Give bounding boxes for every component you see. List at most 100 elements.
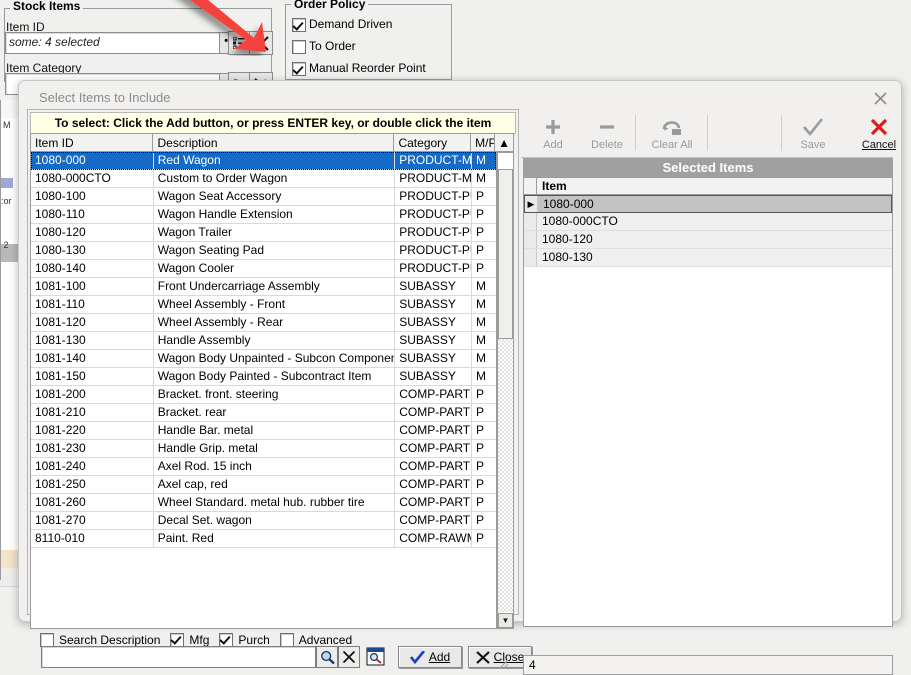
table-row[interactable]: 1081-200 Bracket. front. steering COMP-PAR… [31,386,496,404]
scroll-down-button[interactable]: ▼ [498,613,513,628]
cell-mp: P [476,243,485,257]
table-row[interactable]: 1081-140 Wagon Body Unpainted - Subcon Co… [31,350,496,368]
checkbox-to-order[interactable] [292,40,306,54]
table-row[interactable]: 1081-210 Bracket. rear COMP-PART P [31,404,496,422]
eraser-icon [661,116,683,138]
table-row[interactable]: 1081-110 Wheel Assembly - Front SUBASSY M [31,296,496,314]
cell-description: Wheel Assembly - Rear [154,314,396,331]
table-row[interactable]: 1081-260 Wheel Standard. metal hub. rubbe… [31,494,496,512]
table-row[interactable]: 1080-120Wagon TrailerPRODUCT-PURCP [31,224,496,242]
scrollbar-track[interactable] [498,339,513,612]
toolbar-clear-all-button[interactable]: Clear All [641,111,703,155]
table-row[interactable]: 1080-100Wagon Seat AccessoryPRODUCT-PURC… [31,188,496,206]
cell-mp: M [476,171,487,185]
stock-items-group-title: Stock Items [10,0,84,13]
table-row[interactable]: 1081-230 Handle Grip. metal COMP-PART P [31,440,496,458]
cell-item-id: 1081-100 [31,278,154,295]
toolbar-delete-button[interactable]: Delete [579,111,635,155]
selected-count-field[interactable]: 4 [523,655,893,675]
close-icon[interactable] [868,87,892,109]
background-text-cor: :or [1,196,12,206]
selected-items-body[interactable]: ▶ 1080-000 1080-000CTO 1080-120 1080-130 [523,195,893,627]
selected-item-label: 1080-130 [542,250,593,264]
search-input-wrap[interactable] [41,646,316,668]
table-row[interactable]: 1080-140Wagon CoolerPRODUCT-PURCP [31,260,496,278]
table-row[interactable]: 1080-000Red WagonPRODUCT-MFGM [31,152,496,170]
cell-description: Handle Bar. metal [154,422,396,439]
checkbox-purch[interactable] [219,633,234,647]
toolbar-save-button[interactable]: Save [785,111,841,155]
search-row: Add Close [41,646,532,670]
checkbox-advanced-label: Advanced [298,633,353,647]
cell-item-id: 8110-010 [31,530,154,547]
resize-grip[interactable] [497,657,509,669]
background-text-2: 2 [1,240,9,250]
toolbar-delete-label: Delete [591,138,623,151]
background-icon [1,178,13,188]
checkbox-search-description[interactable] [40,633,54,647]
column-header-description[interactable]: Description [153,134,395,151]
table-row[interactable]: 1080-000CTO Custom to Order Wagon PRODUCT-… [31,170,496,188]
table-row[interactable]: 1081-130 Handle Assembly SUBASSY M [31,332,496,350]
red-x-icon [869,116,889,138]
table-row[interactable]: 1081-120 Wheel Assembly - Rear SUBASSY M [31,314,496,332]
magnifier-icon[interactable] [316,646,338,668]
table-row[interactable]: 8110-010Paint. RedCOMP-RAWMATP [31,530,496,548]
toolbar-save-label: Save [800,138,826,151]
table-row[interactable]: 1080-110Wagon Handle ExtensionPRODUCT-PU… [31,206,496,224]
cell-description: Wagon Body Painted - Subcontract Item [154,368,396,385]
cell-description: Red Wagon [154,152,396,169]
toolbar-cancel-button[interactable]: Cancel [851,111,907,155]
selected-items-panel: Add Delete Clear All Save Cancel Selecte… [521,109,896,627]
cell-category: PRODUCT-PURC [395,242,473,259]
row-marker-icon [524,231,537,248]
toolbar-add-button[interactable]: Add [525,111,581,155]
scrollbar-thumb[interactable] [498,169,513,339]
list-item[interactable]: 1080-130 [524,249,892,267]
list-item[interactable]: ▶ 1080-000 [524,195,892,213]
checkbox-manual-reorder-point[interactable] [292,62,306,76]
cell-category: SUBASSY [395,296,473,313]
column-header-mp[interactable]: M/P [471,134,496,151]
item-browser-panel: To select: Click the Add button, or pres… [27,109,519,647]
search-input[interactable] [45,648,291,668]
cell-mp: P [476,405,485,419]
check-icon [409,650,425,664]
selected-item-label: 1080-120 [542,232,593,246]
scroll-up-arrow-icon[interactable]: ▲ [495,134,513,151]
table-row[interactable]: 1081-270 Decal Set. wagon COMP-PART P [31,512,496,530]
table-row[interactable]: 1080-130Wagon Seating PadPRODUCT-PURCP [31,242,496,260]
cell-mp: P [476,189,485,203]
table-row[interactable]: 1081-240 Axel Rod. 15 inch COMP-PART P [31,458,496,476]
item-grid-scrollbar[interactable]: ▼ [497,152,514,629]
cell-description: Front Undercarriage Assembly [154,278,396,295]
cell-mp: M [476,297,487,311]
cell-description: Wheel Assembly - Front [154,296,396,313]
column-header-category[interactable]: Category [394,134,472,151]
table-row[interactable]: 1081-250 Axel cap, red COMP-PART P [31,476,496,494]
cell-mp: P [476,477,485,491]
cell-category: SUBASSY [395,314,473,331]
advanced-search-icon[interactable] [366,647,386,667]
toolbar-clear-all-label: Clear All [651,138,693,151]
cell-category: PRODUCT-PURC [395,206,473,223]
checkbox-to-order-label: To Order [309,39,356,53]
list-item[interactable]: 1080-000CTO [524,213,892,231]
table-row[interactable]: 1081-220 Handle Bar. metal COMP-PART P [31,422,496,440]
add-button-label: Add [428,650,451,664]
add-button[interactable]: Add [398,646,462,668]
cell-item-id: 1081-140 [31,350,154,367]
table-row[interactable]: 1081-100 Front Undercarriage Assembly SUBA… [31,278,496,296]
cell-item-id: 1080-000 [31,152,154,169]
column-header-item[interactable]: Item [537,178,567,194]
list-item[interactable]: 1080-120 [524,231,892,249]
column-header-item-id[interactable]: Item ID [31,134,154,151]
checkbox-advanced[interactable] [279,633,294,647]
cell-item-id: 1080-100 [31,188,154,205]
cell-item-id: 1080-140 [31,260,154,277]
table-row[interactable]: 1081-150 Wagon Body Painted - Subcontract… [31,368,496,386]
item-grid-body[interactable]: 1080-000Red WagonPRODUCT-MFGM1080-000CTO… [30,152,497,629]
checkbox-demand-driven[interactable] [292,18,306,32]
clear-search-icon[interactable] [338,646,360,668]
checkbox-mfg[interactable] [170,633,185,647]
